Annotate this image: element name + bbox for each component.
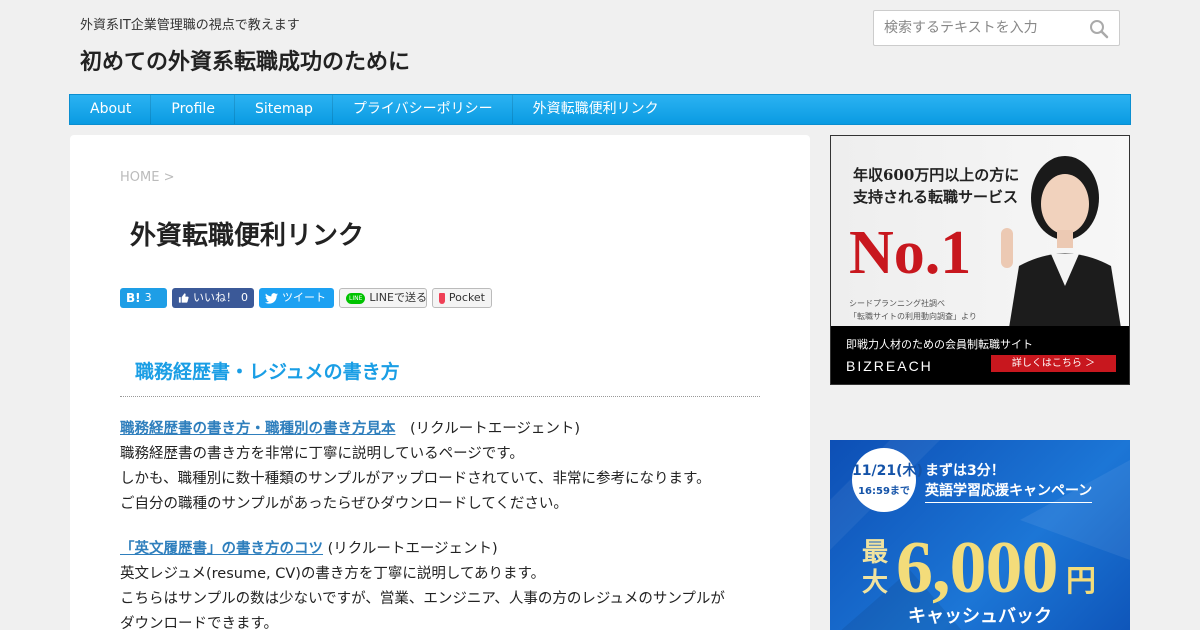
pocket-label: Pocket xyxy=(448,291,485,304)
link-description-line: 職務経歴書の書き方を非常に丁寧に説明しているページです。 xyxy=(120,446,524,462)
resume-guide-link[interactable]: 職務経歴書の書き方・職種別の書き方見本 xyxy=(120,421,396,437)
businesswoman-photo xyxy=(1001,156,1121,328)
bizreach-logo: BIZREACH xyxy=(846,358,933,374)
link-entry-title-line: 「英文履歴書」の書き方のコツ (リクルートエージェント) xyxy=(120,537,780,562)
main-nav: About Profile Sitemap プライバシーポリシー 外資転職便利リ… xyxy=(69,94,1131,125)
bizreach-ad-banner[interactable]: 年収600万円以上の方に 支持される転職サービス No.1 シードプランニング社… xyxy=(830,135,1130,385)
link-entry: 職務経歴書の書き方・職種別の書き方見本 (リクルートエージェント) 職務経歴書の… xyxy=(120,417,780,517)
link-description-line: こちらはサンプルの数は少ないですが、営業、エンジニア、人事の方のレジュメのサンプ… xyxy=(120,591,725,607)
campaign-headline-line1: まずは3分！ xyxy=(925,463,1005,479)
ad-headline-line1: 年収600万円以上の方に xyxy=(853,166,1020,184)
nav-item-about[interactable]: About xyxy=(70,95,152,124)
search-box xyxy=(873,10,1120,46)
nav-item-sitemap[interactable]: Sitemap xyxy=(235,95,333,124)
campaign-currency: 円 xyxy=(1066,564,1096,599)
campaign-amount: 6,000 xyxy=(896,527,1058,609)
english-resume-link[interactable]: 「英文履歴書」の書き方のコツ xyxy=(120,541,323,557)
facebook-like-label: いいね！ xyxy=(193,291,237,304)
ad-headline-line2: 支持される転職サービス xyxy=(853,188,1019,206)
breadcrumb[interactable]: HOME > xyxy=(120,170,174,185)
pocket-save-button[interactable]: Pocket xyxy=(432,288,492,308)
site-tagline: 外資系IT企業管理職の視点で教えます xyxy=(80,18,300,33)
ad-footer-bar: 即戦力人材のための会員制転職サイト BIZREACH 詳しくはこちら ＞ xyxy=(831,326,1129,384)
campaign-max-label: 最大 xyxy=(862,538,889,598)
link-entry-title-line: 職務経歴書の書き方・職種別の書き方見本 (リクルートエージェント) xyxy=(120,417,780,442)
ad-details-button[interactable]: 詳しくはこちら ＞ xyxy=(991,355,1116,372)
thumbs-up-icon xyxy=(178,293,189,303)
cashback-ribbon: キャッシュバック xyxy=(908,606,1052,627)
link-description-line: ダウンロードできます。 xyxy=(120,616,279,630)
link-description-line: 英文レジュメ(resume, CV)の書き方を丁寧に説明してあります。 xyxy=(120,566,546,582)
hatena-icon: B! xyxy=(126,291,141,305)
twitter-bird-icon xyxy=(265,292,278,304)
english-campaign-ad-banner[interactable]: 11/21(木) 16:59まで まずは3分！ 英語学習応援キャンペーン 最大 … xyxy=(830,440,1130,630)
nav-item-useful-links[interactable]: 外資転職便利リンク xyxy=(513,95,678,124)
link-description-line: しかも、職種別に数十種類のサンプルがアップロードされていて、非常に参考になります… xyxy=(120,471,711,487)
share-buttons: B! 3 いいね！ 0 ツイート LINE LINEで送る Pocket xyxy=(120,288,492,308)
hatena-bookmark-button[interactable]: B! 3 xyxy=(120,288,167,308)
facebook-like-button[interactable]: いいね！ 0 xyxy=(172,288,254,308)
facebook-like-count: 0 xyxy=(241,291,248,304)
ad-footnote: 「転職サイトの利用動向調査」より xyxy=(849,312,977,321)
line-icon: LINE xyxy=(346,292,366,304)
pocket-icon xyxy=(439,292,445,304)
page-title: 外資転職便利リンク xyxy=(130,221,365,251)
main-content: HOME > 外資転職便利リンク B! 3 いいね！ 0 ツイート LINE L… xyxy=(70,135,810,630)
campaign-end-date: 11/21(木) xyxy=(852,463,923,479)
hatena-count: 3 xyxy=(144,291,152,304)
campaign-end-time: 16:59まで xyxy=(858,486,910,497)
link-description-line: ご自分の職種のサンプルがあったらぜひダウンロードしてください。 xyxy=(120,496,568,512)
search-icon[interactable] xyxy=(1089,19,1109,39)
twitter-tweet-label: ツイート xyxy=(282,291,326,304)
line-share-button[interactable]: LINE LINEで送る xyxy=(339,288,427,308)
nav-item-privacy-policy[interactable]: プライバシーポリシー xyxy=(333,95,513,124)
twitter-tweet-button[interactable]: ツイート xyxy=(259,288,334,308)
nav-item-profile[interactable]: Profile xyxy=(151,95,235,124)
ad-rank-text: No.1 xyxy=(849,219,972,287)
search-input[interactable] xyxy=(874,11,1084,45)
ad-footnote: シードプランニング社調べ xyxy=(849,299,945,308)
link-source: (リクルートエージェント) xyxy=(323,541,498,557)
link-source: (リクルートエージェント) xyxy=(395,421,581,437)
ad-tagline: 即戦力人材のための会員制転職サイト xyxy=(846,338,1033,351)
deadline-badge: 11/21(木) 16:59まで xyxy=(852,448,923,512)
site-title[interactable]: 初めての外資系転職成功のために xyxy=(80,44,410,76)
line-share-label: LINEで送る xyxy=(369,291,427,304)
section-heading: 職務経歴書・レジュメの書き方 xyxy=(120,357,760,397)
campaign-headline-line2: 英語学習応援キャンペーン xyxy=(925,480,1093,503)
link-entry: 「英文履歴書」の書き方のコツ (リクルートエージェント) 英文レジュメ(resu… xyxy=(120,537,780,630)
